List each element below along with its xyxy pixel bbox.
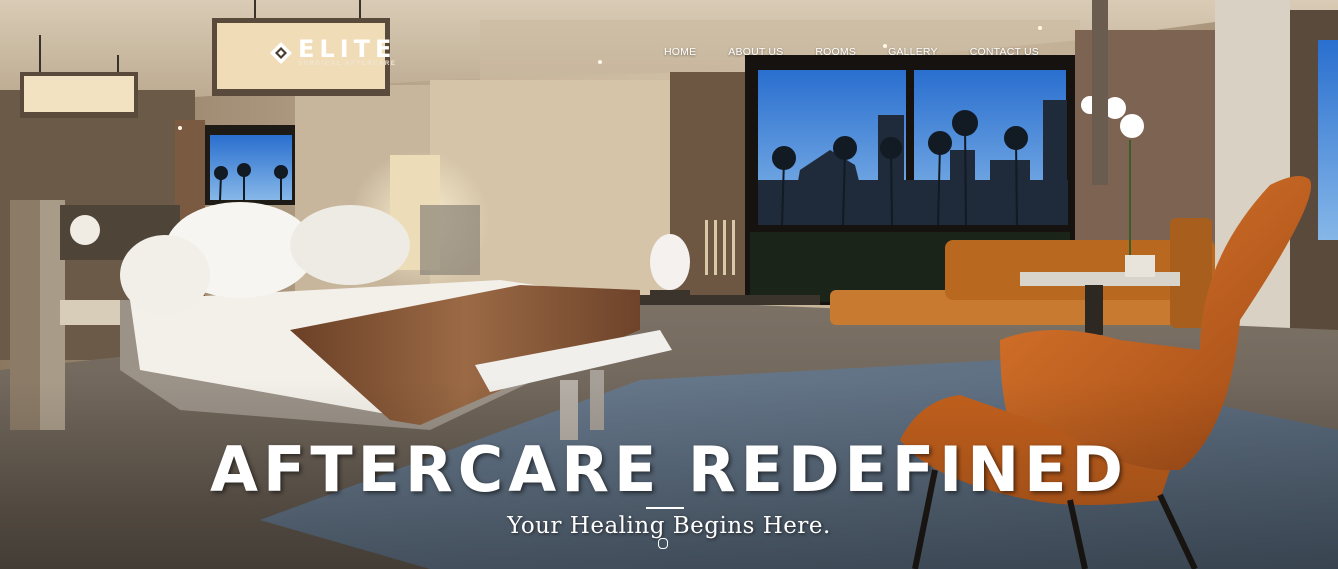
- nav-home-link[interactable]: HOME: [648, 46, 712, 58]
- mouse-scroll-icon[interactable]: [658, 538, 668, 549]
- headline-divider: [646, 507, 684, 509]
- nav-contact-us-link[interactable]: CONTACT US: [954, 46, 1055, 58]
- brand-name: ELITE: [298, 35, 397, 63]
- brand-logo[interactable]: ELITE SURGICAL AFTERCARE: [270, 35, 397, 67]
- brand-subtitle: SURGICAL AFTERCARE: [298, 61, 397, 67]
- nav-gallery-link[interactable]: GALLERY: [872, 46, 954, 58]
- hero-section: ELITE SURGICAL AFTERCARE HOME ABOUT US R…: [0, 0, 1338, 569]
- main-navigation: HOME ABOUT US ROOMS GALLERY CONTACT US: [648, 46, 1055, 58]
- nav-about-us-link[interactable]: ABOUT US: [712, 46, 799, 58]
- diamond-icon: [270, 41, 292, 64]
- hero-tagline: Your Healing Begins Here.: [507, 513, 831, 539]
- nav-rooms-link[interactable]: ROOMS: [799, 46, 872, 58]
- hero-headline: AFTERCARE REDEFINED: [210, 433, 1128, 506]
